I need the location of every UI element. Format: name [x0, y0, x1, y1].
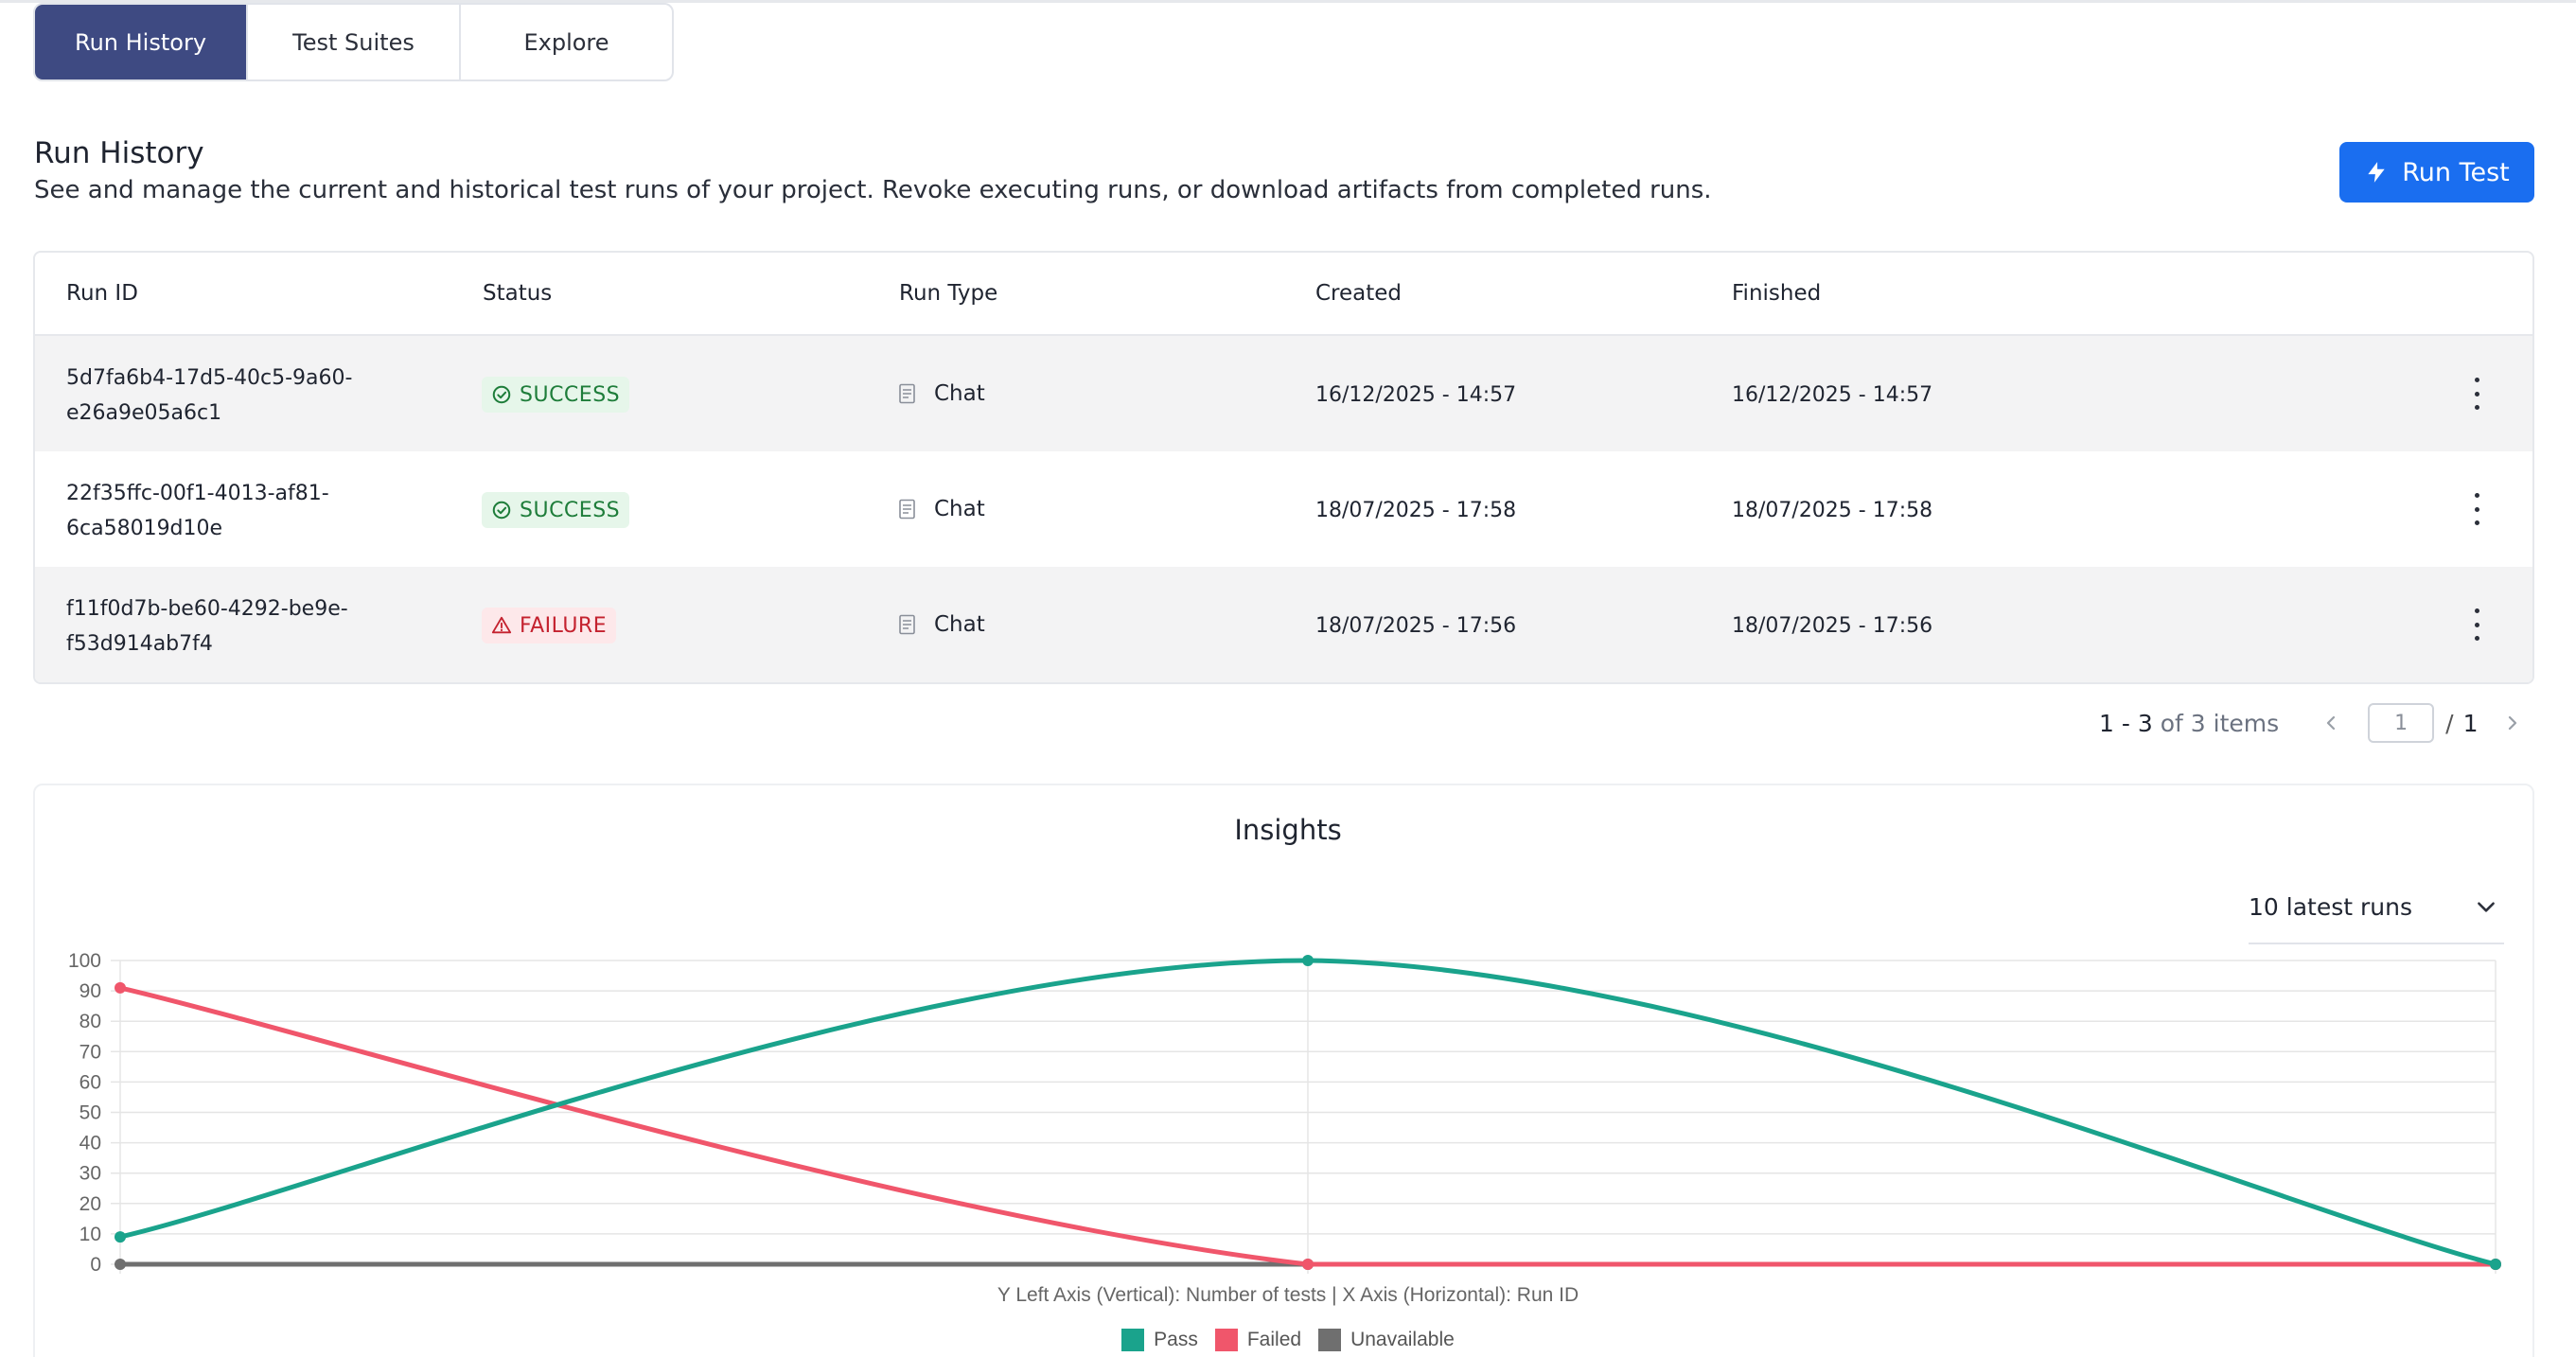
chart-legend: Pass Failed Unavailable [0, 1329, 2576, 1351]
run-id-line: f53d914ab7f4 [66, 632, 213, 656]
tab-explore[interactable]: Explore [461, 5, 672, 79]
view-tabs: Run History Test Suites Explore [33, 3, 674, 81]
run-id: 22f35ffc-00f1-4013-af81- 6ca58019d10e [66, 476, 388, 546]
chevron-left-icon[interactable] [2322, 714, 2339, 731]
pagination-range: 1 - 3 [2099, 709, 2153, 737]
page-subtitle: See and manage the current and historica… [34, 176, 1712, 204]
check-circle-icon [492, 501, 511, 520]
table-header: Run ID Status Run Type Created Finished [35, 253, 2532, 336]
run-type-label: Chat [934, 381, 985, 406]
status-badge: SUCCESS [482, 492, 630, 528]
status-label: FAILURE [520, 613, 608, 638]
status-badge: FAILURE [482, 608, 617, 643]
run-test-label: Run Test [2402, 157, 2510, 187]
insights-card [33, 784, 2534, 1357]
more-options-icon[interactable] [2471, 493, 2482, 525]
run-id-line: 22f35ffc-00f1-4013-af81- [66, 482, 329, 505]
status-label: SUCCESS [520, 382, 621, 407]
pagination: 1 - 3 of 3 items 1 / 1 [2099, 702, 2521, 744]
legend-swatch [1214, 1329, 1238, 1351]
created-date: 18/07/2025 - 17:58 [1315, 499, 1517, 522]
legend-label: Pass [1154, 1329, 1198, 1350]
run-type: Chat [898, 497, 985, 521]
legend-item-pass[interactable]: Pass [1121, 1329, 1198, 1351]
column-header-created: Created [1315, 281, 1403, 306]
legend-label: Unavailable [1350, 1329, 1455, 1350]
run-id-line: 5d7fa6b4-17d5-40c5-9a60- [66, 366, 353, 390]
run-type: Chat [898, 381, 985, 406]
page-title: Run History [34, 136, 204, 170]
insights-title: Insights [1234, 814, 1342, 846]
finished-date: 16/12/2025 - 14:57 [1732, 383, 1933, 407]
created-date: 18/07/2025 - 17:56 [1315, 614, 1517, 638]
run-type: Chat [898, 612, 985, 637]
chevron-down-icon [2478, 902, 2495, 912]
finished-date: 18/07/2025 - 17:56 [1732, 614, 1933, 638]
column-header-finished: Finished [1732, 281, 1822, 306]
status-label: SUCCESS [520, 498, 621, 522]
axis-caption: Y Left Axis (Vertical): Number of tests … [997, 1284, 1579, 1306]
document-icon [899, 499, 915, 520]
run-test-button[interactable]: Run Test [2339, 142, 2534, 203]
created-date: 16/12/2025 - 14:57 [1315, 383, 1517, 407]
legend-item-unavailable[interactable]: Unavailable [1318, 1329, 1455, 1351]
status-badge: SUCCESS [482, 377, 630, 413]
finished-date: 18/07/2025 - 17:58 [1732, 499, 1933, 522]
check-circle-icon [492, 385, 511, 404]
total-pages: 1 [2462, 709, 2479, 737]
runs-range-select[interactable]: 10 latest runs [2249, 871, 2504, 944]
legend-label: Failed [1246, 1329, 1302, 1350]
tab-run-history[interactable]: Run History [35, 5, 248, 79]
column-header-run-type: Run Type [899, 281, 998, 306]
page-number-input[interactable]: 1 [2368, 703, 2435, 743]
run-type-label: Chat [934, 497, 985, 521]
table-row[interactable]: 22f35ffc-00f1-4013-af81- 6ca58019d10e SU… [35, 451, 2532, 567]
chevron-right-icon[interactable] [2504, 714, 2521, 731]
column-header-run-id: Run ID [66, 281, 138, 306]
runs-range-value: 10 latest runs [2249, 892, 2412, 921]
run-id-line: f11f0d7b-be60-4292-be9e- [66, 597, 348, 621]
lightning-icon [2368, 162, 2385, 183]
run-type-label: Chat [934, 612, 985, 637]
run-id-line: 6ca58019d10e [66, 517, 223, 540]
legend-swatch [1318, 1329, 1342, 1351]
warning-triangle-icon [491, 616, 512, 634]
legend-item-failed[interactable]: Failed [1214, 1329, 1302, 1351]
page-separator: / [2445, 709, 2454, 737]
more-options-icon[interactable] [2471, 378, 2482, 410]
table-row[interactable]: 5d7fa6b4-17d5-40c5-9a60- e26a9e05a6c1 SU… [35, 336, 2532, 451]
run-id: f11f0d7b-be60-4292-be9e- f53d914ab7f4 [66, 591, 388, 661]
table-row[interactable]: f11f0d7b-be60-4292-be9e- f53d914ab7f4 FA… [35, 567, 2532, 682]
more-options-icon[interactable] [2471, 608, 2482, 641]
column-header-status: Status [483, 281, 553, 306]
tab-test-suites[interactable]: Test Suites [248, 5, 461, 79]
run-id: 5d7fa6b4-17d5-40c5-9a60- e26a9e05a6c1 [66, 361, 388, 431]
document-icon [899, 383, 915, 404]
document-icon [899, 614, 915, 635]
pagination-total-items: of 3 items [2160, 709, 2280, 737]
run-history-table: Run ID Status Run Type Created Finished … [33, 251, 2534, 684]
run-id-line: e26a9e05a6c1 [66, 401, 222, 425]
legend-swatch [1121, 1329, 1145, 1351]
